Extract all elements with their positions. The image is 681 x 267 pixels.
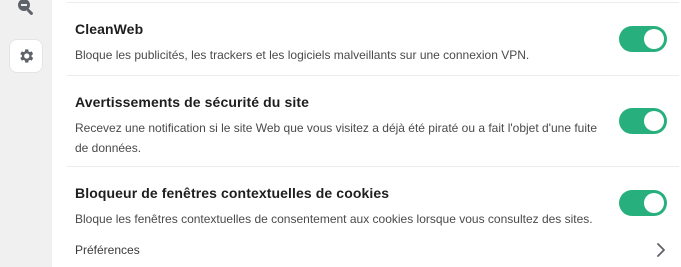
cleanweb-toggle[interactable]	[619, 26, 667, 52]
settings-panel: CleanWeb Bloque les publicités, les trac…	[52, 0, 681, 267]
setting-description-line: de données.	[75, 141, 142, 155]
toggle-knob	[644, 29, 664, 49]
preferences-row[interactable]: Préférences	[75, 240, 667, 260]
setting-description-line: Recevez une notification si le site Web …	[75, 121, 598, 135]
setting-site-security-warnings: Avertissements de sécurité du site Recev…	[75, 94, 615, 158]
gear-icon	[20, 49, 34, 63]
setting-description: Bloque les fenêtres contextuelles de con…	[75, 212, 593, 226]
sidebar-settings-button[interactable]	[10, 40, 42, 72]
site-security-warnings-toggle[interactable]	[619, 108, 667, 134]
toggle-knob	[644, 111, 664, 131]
setting-cleanweb: CleanWeb Bloque les publicités, les trac…	[75, 21, 615, 65]
setting-description: Bloque les publicités, les trackers et l…	[75, 48, 530, 62]
sidebar	[0, 0, 52, 267]
setting-description: Recevez une notification si le site Web …	[75, 118, 615, 158]
setting-cookie-popup-blocker: Bloqueur de fenêtres contextuelles de co…	[75, 185, 615, 229]
divider	[67, 75, 679, 76]
toggle-knob	[644, 193, 664, 213]
divider	[67, 166, 679, 167]
chevron-right-icon	[657, 243, 665, 257]
sidebar-search-button[interactable]	[10, 0, 42, 23]
cookie-popup-blocker-toggle[interactable]	[619, 190, 667, 216]
divider	[67, 2, 679, 3]
zoom-out-icon	[18, 0, 33, 15]
preferences-label: Préférences	[75, 243, 140, 257]
setting-title: CleanWeb	[75, 21, 144, 37]
setting-title: Bloqueur de fenêtres contextuelles de co…	[75, 185, 390, 201]
setting-title: Avertissements de sécurité du site	[75, 94, 309, 110]
